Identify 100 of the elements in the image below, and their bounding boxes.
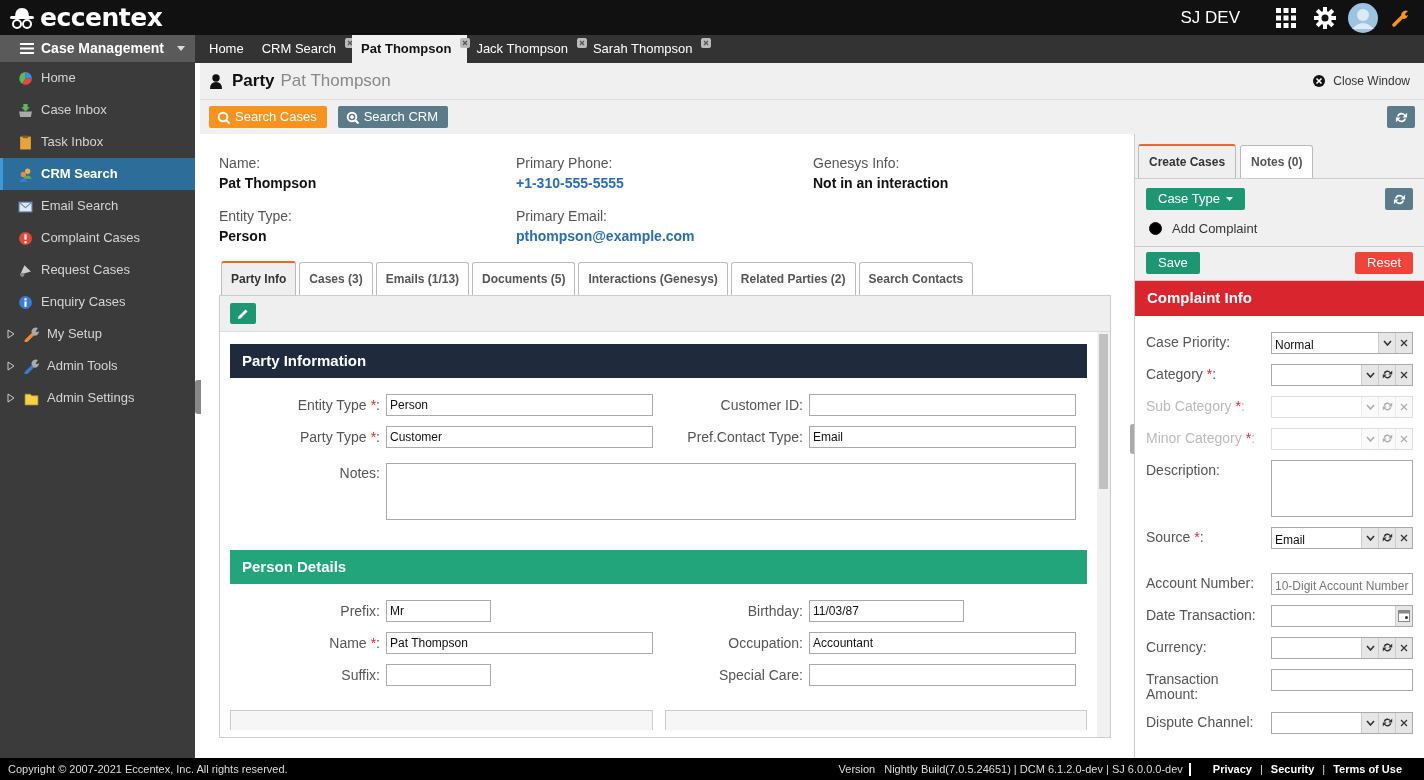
reset-button[interactable]: Reset [1355,252,1413,274]
avatar[interactable] [1348,2,1378,33]
sidebar-item[interactable]: Complaint Cases [0,222,195,254]
tab[interactable]: Emails (1/13) [375,262,470,295]
notes-field[interactable] [386,463,1076,520]
clear-icon[interactable] [1395,364,1412,385]
input-field[interactable]: Customer [386,426,653,448]
tab[interactable]: Pat Thompson [352,35,468,63]
tab[interactable]: Home [200,35,253,63]
footer-link[interactable]: Security [1270,760,1315,778]
field-label: Customer ID: [719,396,804,415]
input-field[interactable]: 10-Digit Account Number [1271,572,1413,595]
field-value: Not in an interaction [813,174,949,193]
tab[interactable]: Related Parties (2) [730,262,856,295]
tab[interactable]: Party Info [221,261,297,295]
tab[interactable]: Notes (0) [1240,145,1314,178]
save-button[interactable]: Save [1146,252,1200,274]
refresh-button[interactable] [1385,188,1413,210]
tab[interactable]: Search Contacts [858,262,974,295]
case-type-button[interactable]: Case Type [1146,188,1245,210]
radio-label[interactable]: Add Complaint [1172,219,1258,239]
refresh-icon[interactable] [1378,712,1395,733]
sidebar-header[interactable]: Case Management [0,35,195,62]
wrench-icon[interactable] [1392,8,1410,27]
input-field[interactable] [1271,459,1413,517]
input-field[interactable]: Mr [386,600,491,622]
tab[interactable]: Create Cases [1138,144,1237,178]
calendar-icon[interactable] [1395,605,1412,626]
field-label: Currency: [1146,637,1208,657]
info-icon [18,294,33,310]
select-field[interactable] [1271,636,1413,659]
dropdown-icon[interactable] [1378,332,1395,353]
date-field[interactable] [1271,604,1413,627]
sidebar-item[interactable]: Request Cases [0,254,195,286]
apps-grid-icon[interactable] [1276,7,1296,28]
sidebar-item[interactable]: Admin Settings [0,382,195,414]
sidebar-item[interactable]: Admin Tools [0,350,195,382]
clear-icon[interactable] [1395,527,1412,548]
tab[interactable]: Jack Thompson [467,35,584,63]
input-field[interactable] [386,664,491,686]
dropdown-icon[interactable] [1361,637,1378,658]
settings-icon[interactable] [1314,6,1336,29]
menu-icon[interactable] [20,43,34,54]
scrollbar[interactable] [1097,332,1110,737]
close-icon[interactable] [576,38,587,48]
refresh-icon[interactable] [1378,364,1395,385]
footer-link[interactable]: Privacy [1212,760,1252,778]
field-link[interactable]: +1-310-555-5555 [516,172,624,194]
collapse-handle[interactable] [1130,424,1134,454]
input-field[interactable] [1271,668,1413,691]
tab[interactable]: Sarah Thompson [583,35,709,63]
field-label: Suffix: [340,666,381,685]
sidebar-item[interactable]: Task Inbox [0,126,195,158]
field-label: Party Type *: [299,428,381,447]
sidebar-item[interactable]: Home [0,62,195,94]
sidebar-item[interactable]: CRM Search [0,158,195,190]
close-icon[interactable] [1313,75,1326,87]
close-icon[interactable] [701,38,712,48]
separator: | [1260,761,1263,777]
dropdown-icon[interactable] [1361,712,1378,733]
clear-icon[interactable] [1395,637,1412,658]
expand-icon[interactable] [6,393,16,403]
sidebar-item[interactable]: Case Inbox [0,94,195,126]
tab[interactable]: Cases (3) [299,262,373,295]
logo-icon [8,5,36,30]
sidebar-item[interactable]: Email Search [0,190,195,222]
clear-icon[interactable] [1395,332,1412,353]
select-field[interactable]: Email [1271,526,1413,549]
input-field[interactable]: Email [809,426,1076,448]
tab[interactable]: Interactions (Genesys) [578,262,728,295]
caret-icon[interactable] [177,46,185,51]
environment-label: SJ DEV [1180,6,1240,29]
expand-icon[interactable] [6,329,16,339]
field-link[interactable]: pthompson@example.com [516,225,695,247]
sidebar-item[interactable]: My Setup [0,318,195,350]
clear-icon[interactable] [1395,712,1412,733]
refresh-icon[interactable] [1378,637,1395,658]
close-icon[interactable] [460,38,471,48]
sidebar-item[interactable]: Enquiry Cases [0,286,195,318]
close-window-link[interactable]: Close Window [1333,72,1410,90]
select-field[interactable]: Normal [1271,331,1413,354]
dropdown-icon[interactable] [1361,527,1378,548]
input-field[interactable]: 11/03/87 [809,600,964,622]
footer-link[interactable]: Terms of Use [1333,760,1402,778]
collapse-handle[interactable] [195,380,201,414]
edit-button[interactable] [230,303,256,324]
input-field[interactable]: Pat Thompson [386,632,653,654]
search-crm-button[interactable]: Search CRM [337,106,449,128]
select-field[interactable] [1271,363,1413,386]
dropdown-icon[interactable] [1361,364,1378,385]
input-field[interactable]: Person [386,394,653,416]
input-field[interactable] [809,394,1076,416]
input-field[interactable]: Accountant [809,632,1076,654]
refresh-icon[interactable] [1378,527,1395,548]
tab[interactable]: Documents (5) [472,262,576,295]
input-field[interactable] [809,664,1076,686]
expand-icon[interactable] [6,361,16,371]
select-field[interactable] [1271,711,1413,734]
refresh-button[interactable] [1387,106,1415,128]
radio-button[interactable] [1149,222,1162,236]
